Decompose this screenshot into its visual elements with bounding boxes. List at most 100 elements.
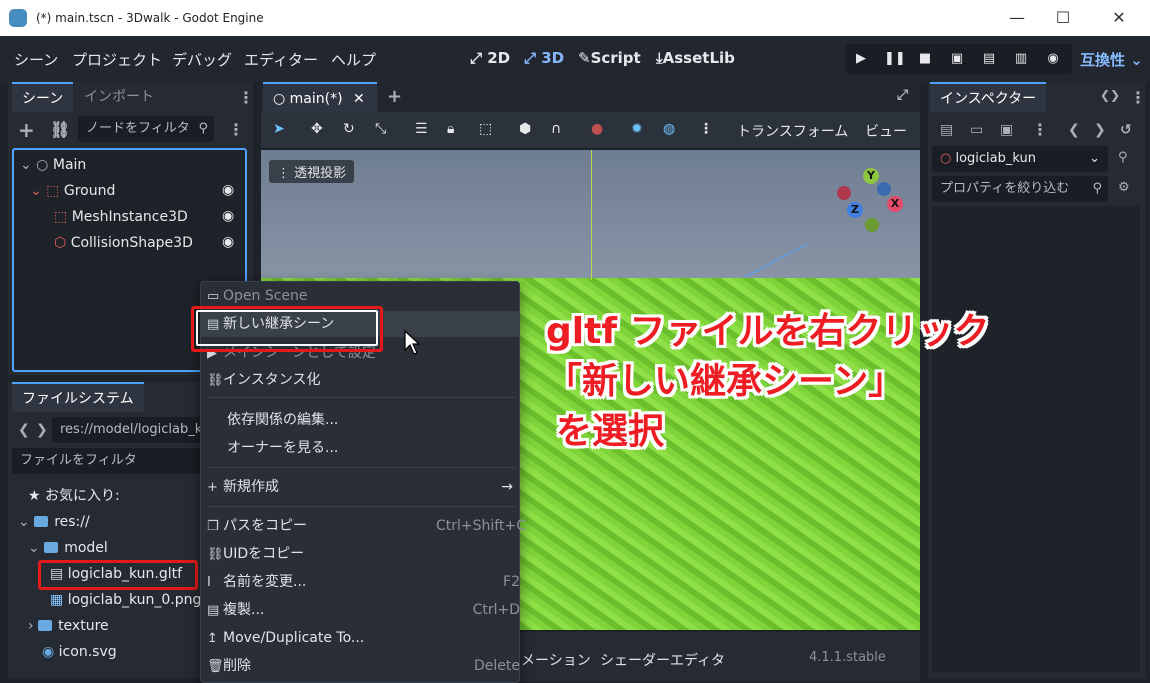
animation-tab[interactable]: メーション — [521, 650, 591, 670]
menu-duplicate-label: 複製... — [223, 602, 265, 618]
close-window-button[interactable]: ✕ — [1096, 4, 1142, 32]
close-tab-icon[interactable]: ✕ — [353, 91, 365, 107]
menu-instantiate[interactable]: ⛓インスタンス化 — [207, 368, 320, 392]
snap-icon[interactable]: ∩ — [551, 121, 561, 137]
folder-texture[interactable]: › texture — [28, 614, 109, 638]
gizmo-y[interactable]: Y — [863, 168, 879, 184]
tree-node-collisionshape[interactable]: ⬡ CollisionShape3D — [54, 232, 193, 254]
tree-node-main[interactable]: ⌄ ○ Main — [20, 154, 86, 176]
transform-menu[interactable]: トランスフォーム — [737, 121, 848, 141]
new-resource-icon[interactable]: ▤ — [940, 122, 953, 138]
menu-scene[interactable]: シーン — [14, 49, 58, 70]
menu-delete[interactable]: 🗑︎削除 Delete — [207, 654, 520, 678]
menu-help[interactable]: ヘルプ — [331, 49, 376, 70]
visibility-eye-icon[interactable]: ◉ — [222, 182, 234, 198]
prev-icon[interactable]: ❮ — [1068, 122, 1080, 138]
tree-node-meshinstance[interactable]: ⬚ MeshInstance3D — [54, 206, 188, 228]
toolbar-more-icon[interactable]: ⋮ — [699, 121, 713, 137]
menu-copy-path[interactable]: ❐ パスをコピー Ctrl+Shift+C — [207, 514, 526, 538]
tab-filesystem[interactable]: ファイルシステム — [12, 382, 144, 412]
menu-rename[interactable]: I 名前を変更... F2 — [207, 570, 520, 594]
nav-forward-icon[interactable]: ❯ — [36, 422, 48, 438]
menu-edit-dependencies[interactable]: 依存関係の編集... — [227, 408, 338, 432]
tab-main-scene[interactable]: ○ main(*) ✕ — [263, 82, 377, 112]
sun-icon[interactable]: ✹ — [631, 121, 643, 137]
folder-model[interactable]: ⌄ model — [28, 536, 108, 560]
menu-new[interactable]: + 新規作成 → — [207, 475, 513, 499]
menu-duplicate[interactable]: ▤ 複製... Ctrl+D — [207, 598, 520, 622]
nav-back-icon[interactable]: ❮ — [18, 422, 30, 438]
menu-view-owners[interactable]: オーナーを見る... — [227, 436, 338, 460]
play-custom-icon[interactable]: ▥ — [1012, 50, 1030, 68]
history-icon[interactable]: ↺ — [1120, 122, 1132, 138]
gizmo-neg-y[interactable] — [865, 218, 879, 232]
open-folder-icon[interactable]: ▭ — [970, 122, 983, 138]
mode-assetlib-button[interactable]: ⤓AssetLib — [656, 49, 735, 67]
view-menu[interactable]: ビュー — [865, 121, 907, 141]
camera-icon[interactable]: ● — [591, 121, 603, 137]
doc-icon[interactable]: ⚲ — [1118, 150, 1128, 165]
visibility-eye-icon[interactable]: ◉ — [222, 234, 234, 250]
play-scene-icon[interactable]: ▤ — [980, 50, 998, 68]
tab-scene[interactable]: シーン — [12, 82, 74, 112]
distraction-free-icon[interactable]: ⤢ — [897, 87, 908, 103]
resource-menu-icon[interactable]: ⋮ — [1032, 120, 1048, 139]
filter-options-icon[interactable]: ⚙ — [1118, 180, 1130, 195]
play-icon[interactable]: ▶ — [852, 50, 870, 68]
inspector-menu-icon[interactable]: ⋮ — [1130, 88, 1146, 107]
view-gizmo[interactable]: Y X Z — [831, 164, 911, 244]
menu-project[interactable]: プロジェクト — [72, 49, 162, 70]
file-icon-svg[interactable]: ◉ icon.svg — [42, 640, 117, 664]
maximize-button[interactable]: ☐ — [1040, 4, 1086, 32]
select-tool-icon[interactable]: ➤ — [273, 121, 285, 137]
movie-maker-icon[interactable]: ◉ — [1044, 50, 1062, 68]
menu-debug[interactable]: デバッグ — [172, 49, 232, 70]
add-tab-button[interactable]: + — [387, 86, 402, 107]
image-file-icon: ▦ — [50, 592, 68, 608]
menu-move-duplicate[interactable]: ↥ Move/Duplicate To... — [207, 626, 364, 650]
visibility-eye-icon[interactable]: ◉ — [222, 208, 234, 224]
gizmo-neg-z[interactable] — [877, 182, 891, 196]
menu-copy-uid[interactable]: ⛓UIDをコピー — [207, 542, 304, 566]
gizmo-z[interactable]: Z — [847, 202, 863, 218]
menu-open-scene[interactable]: ▭ Open Scene — [207, 284, 308, 308]
tree-node-ground[interactable]: ⌄ ⬚ Ground — [30, 180, 115, 202]
scale-tool-icon[interactable]: ⤡ — [375, 121, 386, 137]
menu-editor[interactable]: エディター — [244, 49, 318, 70]
mode-script-button[interactable]: ✎Script — [578, 49, 641, 67]
mode-3d-button[interactable]: ⤢ 3D — [524, 49, 564, 67]
next-icon[interactable]: ❯ — [1094, 122, 1106, 138]
object-selector[interactable]: ○ logiclab_kun ⌄ — [932, 146, 1108, 172]
scene-options-icon[interactable]: ⋮ — [228, 120, 244, 139]
scene-dock-menu-icon[interactable]: ⋮ — [238, 88, 254, 107]
list-select-icon[interactable]: ☰ — [415, 121, 428, 137]
history-nav-icon[interactable]: ❮❯ — [1100, 88, 1120, 102]
node-filter-input[interactable]: ノードをフィルタ ⚲ — [78, 116, 214, 142]
tab-inspector[interactable]: インスペクター — [930, 82, 1047, 112]
group-icon[interactable]: ⬚ — [479, 121, 492, 137]
mode-2d-button[interactable]: ⤢ 2D — [470, 49, 510, 67]
file-png[interactable]: ▦ logiclab_kun_0.png — [50, 588, 201, 612]
lock-icon[interactable]: 🔒︎ — [447, 121, 454, 137]
folder-res[interactable]: ⌄ res:// — [18, 510, 90, 534]
add-node-icon[interactable]: + — [18, 118, 35, 142]
property-filter-input[interactable]: プロパティを絞り込む ⚲ — [932, 176, 1108, 202]
gizmo-neg-x[interactable] — [837, 186, 851, 200]
rotate-tool-icon[interactable]: ↻ — [343, 121, 355, 137]
gizmo-x[interactable]: X — [887, 196, 903, 212]
stop-icon[interactable]: ■ — [916, 50, 934, 68]
shader-editor-tab[interactable]: シェーダーエディタ — [600, 650, 725, 670]
renderer-select[interactable]: 互換性 ⌄ — [1080, 49, 1143, 70]
link-icon[interactable]: ⛓ — [50, 120, 70, 139]
environment-icon[interactable]: ◍ — [663, 121, 675, 137]
remote-debug-icon[interactable]: ▣ — [948, 50, 966, 68]
move-tool-icon[interactable]: ✥ — [311, 121, 323, 137]
save-icon[interactable]: ▣ — [1000, 122, 1013, 138]
local-space-icon[interactable]: ⬢ — [519, 121, 531, 137]
tab-main-label: main(*) — [289, 91, 343, 107]
pause-icon[interactable]: ❚❚ — [884, 50, 906, 68]
tab-import[interactable]: インポート — [74, 82, 164, 112]
favorites-item[interactable]: ★ お気に入り: — [28, 484, 120, 508]
perspective-button[interactable]: ⋮ 透視投影 — [269, 160, 355, 183]
minimize-button[interactable]: — — [994, 4, 1040, 32]
